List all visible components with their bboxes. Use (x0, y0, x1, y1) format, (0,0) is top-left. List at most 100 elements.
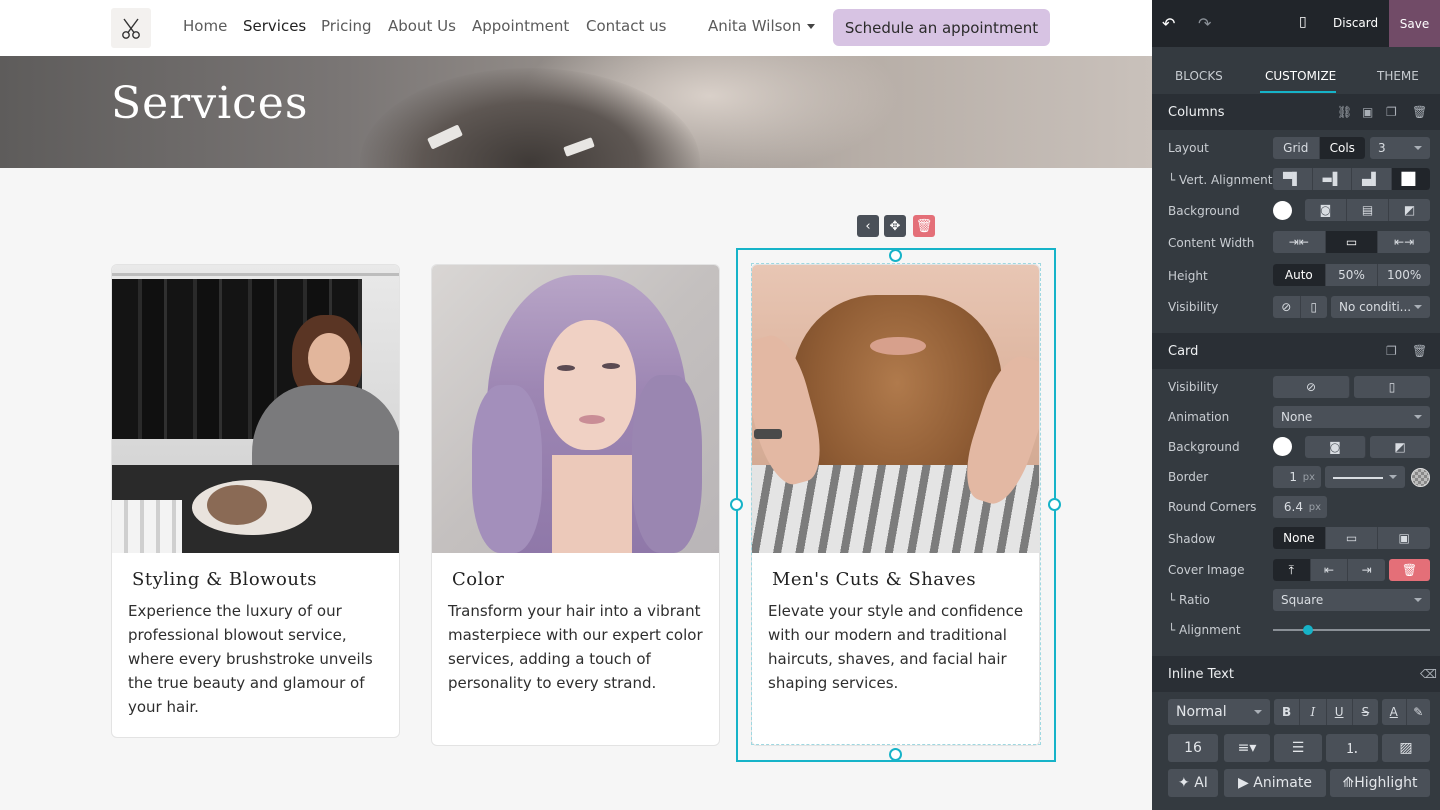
shadow-group[interactable]: None ▭ ▣ (1273, 527, 1430, 549)
resize-handle-top[interactable] (889, 249, 902, 262)
border-style-select[interactable] (1325, 466, 1405, 488)
ai-button[interactable]: ✦ AI (1168, 769, 1218, 797)
remove-cover-button[interactable]: 🗑 (1389, 559, 1430, 581)
height-100-option[interactable]: 100% (1378, 264, 1430, 286)
card-visibility-group[interactable]: ⊘ ▯ (1273, 376, 1430, 398)
camera-icon[interactable]: ◙ (1305, 199, 1347, 221)
highlight-color-icon[interactable]: ✎ (1407, 699, 1431, 725)
bold-icon[interactable]: B (1274, 699, 1301, 725)
tab-theme[interactable]: THEME (1377, 69, 1419, 83)
round-corners-input[interactable]: 6.4 px (1273, 496, 1327, 518)
card-description[interactable]: Experience the luxury of our professiona… (128, 599, 390, 719)
link-icon[interactable]: ⛓ (1337, 106, 1352, 118)
trash-icon[interactable]: 🗑 (1412, 106, 1427, 118)
layout-grid-option[interactable]: Grid (1273, 137, 1320, 159)
animation-select[interactable]: None (1273, 406, 1430, 428)
nav-appointment[interactable]: Appointment (472, 17, 569, 35)
save-button[interactable]: Save (1389, 0, 1440, 47)
border-width-input[interactable]: 1 px (1273, 466, 1321, 488)
align-middle-icon[interactable]: ▬▌ (1313, 168, 1352, 190)
shadow-none-option[interactable]: None (1273, 527, 1326, 549)
cover-right-icon[interactable]: ⇥ (1348, 559, 1385, 581)
trash-icon[interactable]: 🗑 (1412, 345, 1427, 357)
cover-position-group[interactable]: ⤒ ⇤ ⇥ (1273, 559, 1385, 581)
cols-count-select[interactable]: 3 (1370, 137, 1430, 159)
purple-hair-image[interactable] (432, 265, 719, 553)
save-snippet-icon[interactable]: ▣ (1362, 106, 1374, 118)
highlight-button[interactable]: ⟰ Highlight (1330, 769, 1430, 797)
nav-pricing[interactable]: Pricing (321, 17, 372, 35)
hide-desktop-icon[interactable]: ⊘ (1273, 296, 1301, 318)
duplicate-icon[interactable]: ❐ (1386, 106, 1398, 118)
video-icon[interactable]: ▤ (1347, 199, 1389, 221)
discard-button[interactable]: Discard (1333, 16, 1378, 30)
height-auto-option[interactable]: Auto (1273, 264, 1326, 286)
card-background-swatch[interactable] (1273, 437, 1292, 456)
card-background-group[interactable]: ◙ ◩ (1305, 436, 1430, 458)
undo-icon[interactable]: ↶ (1162, 14, 1175, 33)
text-align-button[interactable]: ≡▾ (1224, 734, 1270, 762)
alignment-slider-track[interactable] (1273, 629, 1430, 631)
ratio-select[interactable]: Square (1273, 589, 1430, 611)
background-type-group[interactable]: ◙ ▤ ◩ (1305, 199, 1430, 221)
mobile-preview-icon[interactable]: ▯ (1299, 14, 1307, 30)
layout-cols-option[interactable]: Cols (1319, 137, 1365, 159)
nav-home[interactable]: Home (183, 17, 227, 35)
border-color-swatch[interactable] (1411, 468, 1430, 487)
height-group[interactable]: Auto 50% 100% (1273, 264, 1430, 286)
nav-services[interactable]: Services (243, 17, 306, 35)
underline-icon[interactable]: U (1327, 699, 1353, 725)
hide-desktop-icon[interactable]: ⊘ (1273, 376, 1350, 398)
background-color-swatch[interactable] (1273, 201, 1292, 220)
align-stretch-icon[interactable]: █▌ (1391, 168, 1430, 190)
hide-mobile-icon[interactable]: ▯ (1301, 296, 1328, 318)
tab-blocks[interactable]: BLOCKS (1175, 69, 1223, 83)
height-50-option[interactable]: 50% (1326, 264, 1379, 286)
resize-handle-bottom[interactable] (889, 748, 902, 761)
user-menu[interactable]: Anita Wilson (708, 17, 816, 35)
numbered-list-button[interactable]: ⒈ (1326, 734, 1378, 762)
page-title[interactable]: Services (111, 78, 308, 129)
animate-button[interactable]: ▶ Animate (1224, 769, 1326, 797)
resize-handle-left[interactable] (730, 498, 743, 511)
font-color-icon[interactable]: A (1382, 699, 1407, 725)
duplicate-icon[interactable]: ❐ (1386, 345, 1398, 357)
resize-handle-right[interactable] (1048, 498, 1061, 511)
width-small-icon[interactable]: ⇥⇤ (1273, 231, 1326, 253)
text-color-group[interactable]: A ✎ (1382, 699, 1430, 725)
drag-move-button[interactable]: ✥ (884, 215, 906, 237)
eraser-icon[interactable]: ⌫ (1420, 668, 1437, 680)
nav-about-us[interactable]: About Us (388, 17, 456, 35)
font-size-input[interactable]: 16 (1168, 734, 1218, 762)
redo-icon[interactable]: ↷ (1198, 14, 1211, 33)
align-top-icon[interactable]: ▀▌ (1273, 168, 1313, 190)
delete-block-button[interactable]: 🗑 (913, 215, 935, 237)
bullet-list-button[interactable]: ☰ (1274, 734, 1322, 762)
card-title[interactable]: Styling & Blowouts (132, 569, 317, 590)
schedule-appointment-button[interactable]: Schedule an appointment (833, 9, 1050, 46)
text-format-group[interactable]: B I U S (1274, 699, 1378, 725)
insert-image-button[interactable]: ▨ (1382, 734, 1430, 762)
camera-icon[interactable]: ◙ (1305, 436, 1366, 458)
align-bottom-icon[interactable]: ▄▌ (1352, 168, 1392, 190)
hide-mobile-icon[interactable]: ▯ (1354, 376, 1430, 398)
italic-icon[interactable]: I (1300, 699, 1327, 725)
tab-customize[interactable]: CUSTOMIZE (1265, 69, 1336, 83)
salon-washing-image[interactable] (112, 265, 399, 553)
shadow-outset-icon[interactable]: ▭ (1326, 527, 1379, 549)
card-title[interactable]: Color (452, 569, 504, 590)
layout-toggle[interactable]: Grid Cols (1273, 137, 1365, 159)
width-full-icon[interactable]: ⇤⇥ (1378, 231, 1430, 253)
cover-left-icon[interactable]: ⇤ (1311, 559, 1349, 581)
text-style-select[interactable]: Normal (1168, 699, 1270, 725)
gradient-icon[interactable]: ◩ (1370, 436, 1430, 458)
card-description[interactable]: Transform your hair into a vibrant maste… (448, 599, 710, 695)
move-left-button[interactable]: ‹ (857, 215, 879, 237)
service-card-styling[interactable]: Styling & Blowouts Experience the luxury… (111, 264, 400, 738)
visibility-condition-select[interactable]: No conditi... (1331, 296, 1430, 318)
width-regular-icon[interactable]: ▭ (1325, 231, 1379, 253)
alignment-slider-thumb[interactable] (1302, 625, 1313, 635)
device-visibility-group[interactable]: ⊘ ▯ (1273, 296, 1327, 318)
cover-top-icon[interactable]: ⤒ (1273, 559, 1311, 581)
salon-logo[interactable] (111, 8, 151, 48)
